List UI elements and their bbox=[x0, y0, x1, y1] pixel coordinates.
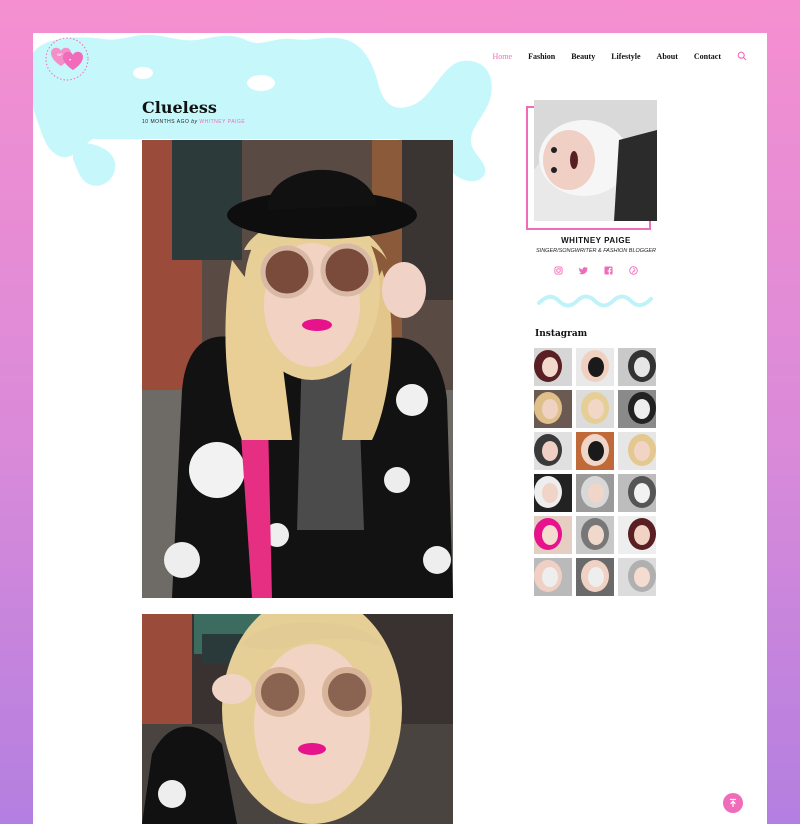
social-links bbox=[554, 266, 638, 275]
facebook-icon[interactable] bbox=[604, 266, 613, 275]
hearts-logo-icon[interactable]: WP ♥ bbox=[37, 37, 97, 81]
instagram-thumbnail[interactable] bbox=[618, 516, 656, 554]
instagram-thumbnail[interactable] bbox=[618, 348, 656, 386]
instagram-thumbnail[interactable] bbox=[534, 390, 572, 428]
instagram-thumbnail[interactable] bbox=[534, 474, 572, 512]
arrow-up-icon bbox=[730, 798, 736, 807]
instagram-grid bbox=[534, 348, 656, 596]
nav-fashion[interactable]: Fashion bbox=[528, 52, 555, 61]
post-by: by bbox=[191, 119, 198, 125]
decorative-squiggle bbox=[537, 294, 653, 308]
instagram-thumbnail[interactable] bbox=[618, 474, 656, 512]
main-nav: Home Fashion Beauty Lifestyle About Cont… bbox=[493, 51, 747, 61]
instagram-icon[interactable] bbox=[554, 266, 563, 275]
instagram-thumbnail[interactable] bbox=[576, 390, 614, 428]
instagram-thumbnail[interactable] bbox=[534, 558, 572, 596]
post-meta: 10 MONTHS AGO by WHITNEY PAIGE bbox=[142, 119, 245, 125]
svg-text:♥: ♥ bbox=[69, 58, 71, 62]
profile-name: WHITNEY PAIGE bbox=[561, 236, 631, 245]
twitter-icon[interactable] bbox=[579, 266, 588, 275]
profile-tagline: SINGER/SONGWRITER & FASHION BLOGGER bbox=[536, 248, 656, 254]
instagram-thumbnail[interactable] bbox=[534, 432, 572, 470]
nav-contact[interactable]: Contact bbox=[694, 52, 721, 61]
instagram-thumbnail[interactable] bbox=[576, 558, 614, 596]
nav-beauty[interactable]: Beauty bbox=[571, 52, 595, 61]
instagram-thumbnail[interactable] bbox=[576, 474, 614, 512]
svg-text:WP: WP bbox=[57, 53, 63, 57]
instagram-thumbnail[interactable] bbox=[534, 516, 572, 554]
instagram-thumbnail[interactable] bbox=[576, 516, 614, 554]
search-icon[interactable] bbox=[737, 51, 747, 61]
post-time: 10 MONTHS AGO bbox=[142, 119, 190, 125]
pinterest-icon[interactable] bbox=[629, 266, 638, 275]
instagram-thumbnail[interactable] bbox=[618, 432, 656, 470]
instagram-thumbnail[interactable] bbox=[618, 390, 656, 428]
profile-photo bbox=[534, 100, 657, 221]
instagram-thumbnail[interactable] bbox=[576, 432, 614, 470]
post-photo-2 bbox=[142, 614, 453, 824]
instagram-thumbnail[interactable] bbox=[534, 348, 572, 386]
instagram-heading: Instagram bbox=[535, 329, 588, 339]
nav-home[interactable]: Home bbox=[493, 52, 513, 61]
instagram-thumbnail[interactable] bbox=[576, 348, 614, 386]
page-card: WP ♥ Home Fashion Beauty Lifestyle About… bbox=[33, 33, 767, 824]
post-author-link[interactable]: WHITNEY PAIGE bbox=[199, 119, 245, 125]
back-to-top-button[interactable] bbox=[723, 793, 743, 813]
post-photo-1 bbox=[142, 140, 453, 598]
post-title: Clueless bbox=[142, 98, 217, 117]
nav-about[interactable]: About bbox=[657, 52, 678, 61]
instagram-thumbnail[interactable] bbox=[618, 558, 656, 596]
nav-lifestyle[interactable]: Lifestyle bbox=[611, 52, 640, 61]
